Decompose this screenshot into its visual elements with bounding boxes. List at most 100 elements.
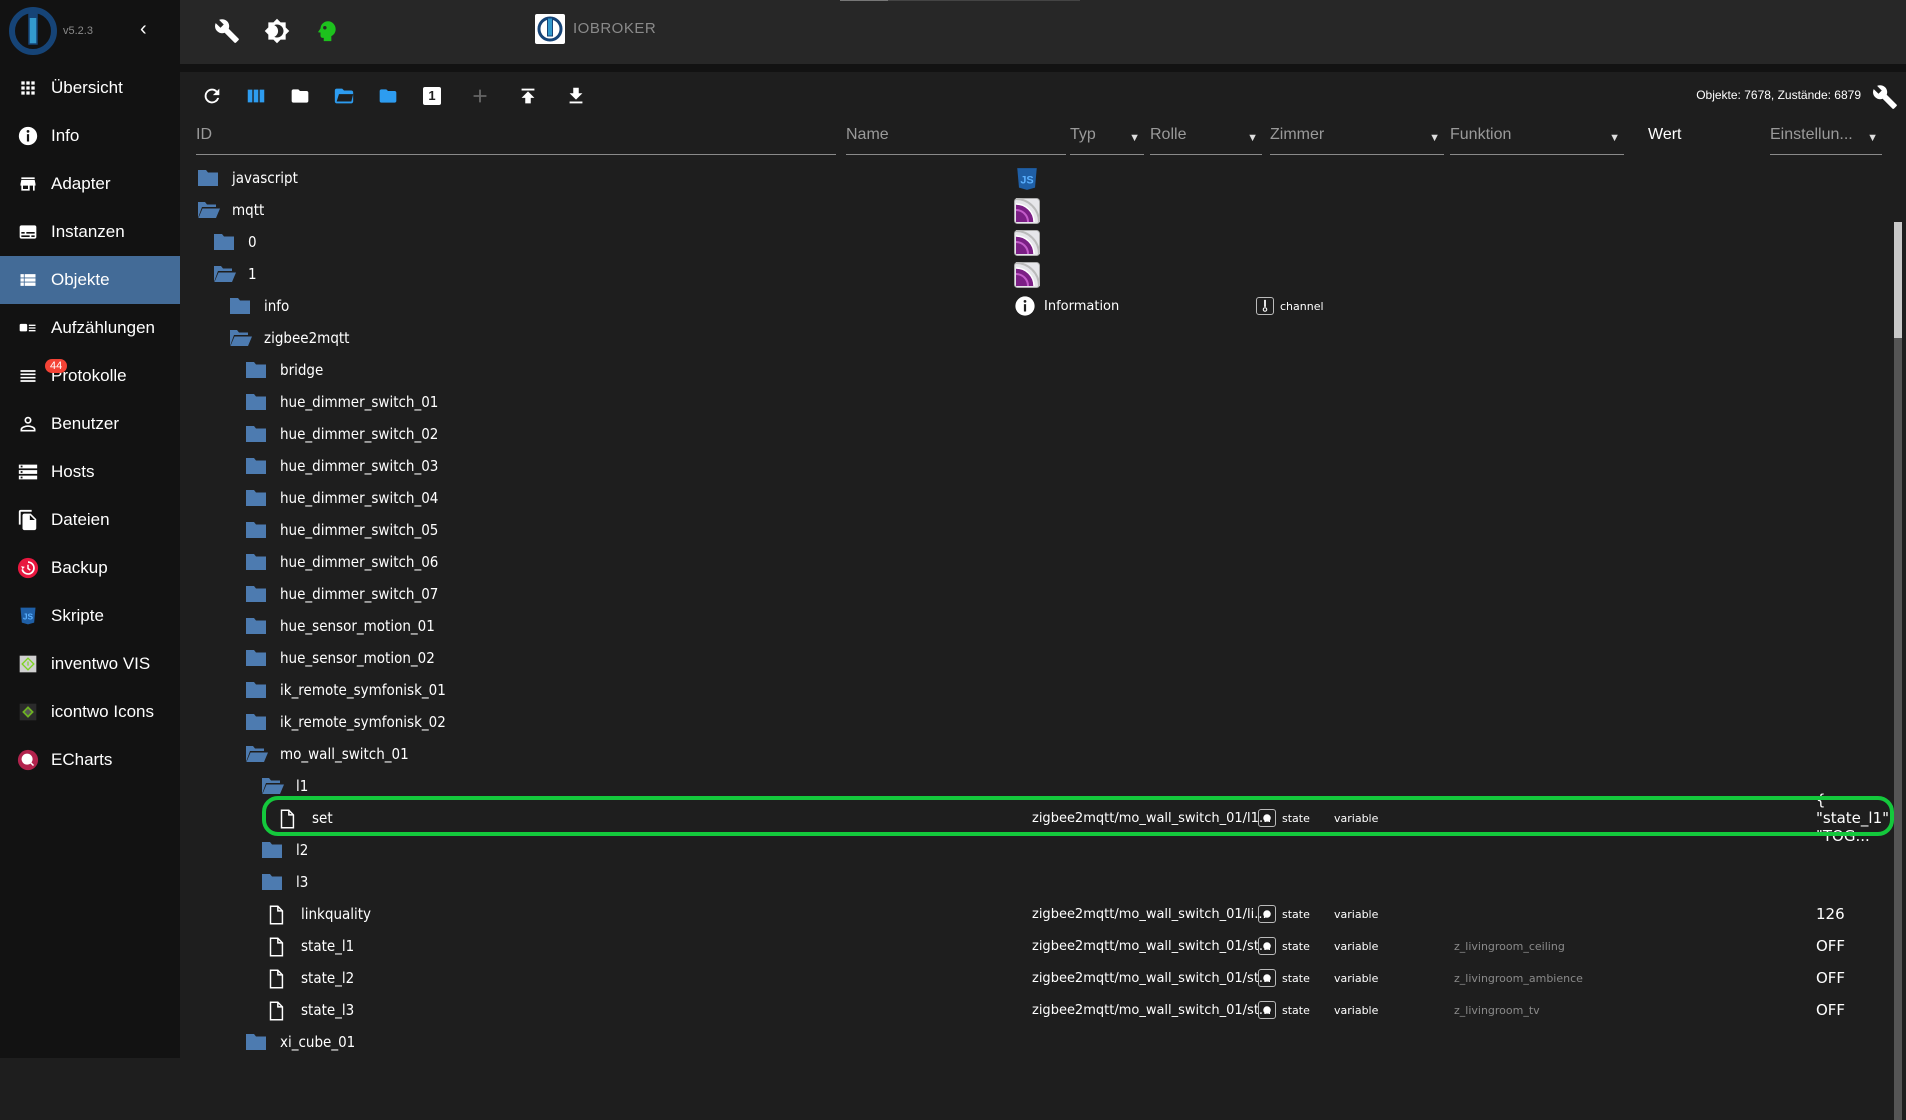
table-row[interactable]: l1---	[196, 770, 1888, 802]
tree-node-hue-dimmer-switch-02[interactable]: hue_dimmer_switch_02	[244, 418, 438, 450]
table-row[interactable]: ik_remote_symfonisk_01---	[196, 674, 1888, 706]
vertical-scrollbar[interactable]	[1894, 222, 1902, 1120]
tree-node-l1[interactable]: l1	[260, 770, 308, 802]
filter-id[interactable]: ID	[196, 126, 836, 155]
sidebar-item-instanzen[interactable]: Instanzen	[0, 208, 180, 256]
table-row[interactable]: hue_dimmer_switch_03---	[196, 450, 1888, 482]
columns-button[interactable]	[244, 84, 268, 108]
sidebar-item-echarts[interactable]: ECharts	[0, 736, 180, 784]
collapse-sidebar-button[interactable]: ‹	[140, 18, 147, 41]
add-object-button[interactable]	[468, 84, 492, 108]
object-value[interactable]: OFF	[1816, 930, 1845, 962]
sidebar-item-protokolle[interactable]: 44 Protokolle	[0, 352, 180, 400]
sidebar-item-übersicht[interactable]: Übersicht	[0, 64, 180, 112]
tree-node-state-l3[interactable]: state_l3	[265, 994, 354, 1026]
sidebar-item-objekte[interactable]: Objekte	[0, 256, 180, 304]
table-row[interactable]: l3---	[196, 866, 1888, 898]
tree-node-zigbee2mqtt[interactable]: zigbee2mqtt	[228, 322, 349, 354]
tree-node-hue-dimmer-switch-05[interactable]: hue_dimmer_switch_05	[244, 514, 438, 546]
table-row[interactable]: hue_dimmer_switch_04---	[196, 482, 1888, 514]
tree-node-mqtt[interactable]: mqtt	[196, 194, 264, 226]
table-row[interactable]: state_l2 zigbee2mqtt/mo_wall_switch_01/st…	[196, 962, 1888, 994]
sidebar-item-dateien[interactable]: Dateien	[0, 496, 180, 544]
sidebar-item-icontwo-icons[interactable]: icontwo Icons	[0, 688, 180, 736]
tree-node-hue-dimmer-switch-04[interactable]: hue_dimmer_switch_04	[244, 482, 438, 514]
tree-node-l2[interactable]: l2	[260, 834, 308, 866]
sidebar-item-adapter[interactable]: Adapter	[0, 160, 180, 208]
tree-node-set[interactable]: set	[276, 802, 333, 834]
collapse-all-button[interactable]	[288, 84, 312, 108]
filter-room[interactable]: Zimmer ▼	[1270, 126, 1444, 155]
tree-node-state-l2[interactable]: state_l2	[265, 962, 354, 994]
tree-node-info[interactable]: info	[228, 290, 289, 322]
table-row[interactable]: javascriptJS---	[196, 162, 1888, 194]
table-row[interactable]: mqtt---	[196, 194, 1888, 226]
tree-node-hue-dimmer-switch-07[interactable]: hue_dimmer_switch_07	[244, 578, 438, 610]
tree-node-xi-cube-01[interactable]: xi_cube_01	[244, 1026, 355, 1058]
theme-toggle-icon[interactable]	[264, 18, 290, 44]
table-row[interactable]: hue_dimmer_switch_05---	[196, 514, 1888, 546]
table-row[interactable]: state_l1 zigbee2mqtt/mo_wall_switch_01/st…	[196, 930, 1888, 962]
object-type-text: state	[1282, 1003, 1310, 1017]
tree-node-javascript[interactable]: javascript	[196, 162, 298, 194]
table-row[interactable]: xi_cube_01---	[196, 1026, 1888, 1058]
collapse-one-level-button[interactable]	[376, 84, 400, 108]
tree-node-hue-dimmer-switch-06[interactable]: hue_dimmer_switch_06	[244, 546, 438, 578]
table-row[interactable]: state_l3 zigbee2mqtt/mo_wall_switch_01/st…	[196, 994, 1888, 1026]
download-button[interactable]	[564, 84, 588, 108]
tree-node-1[interactable]: 1	[212, 258, 257, 290]
tree-node-hue-sensor-motion-01[interactable]: hue_sensor_motion_01	[244, 610, 435, 642]
expand-level-button[interactable]: 1	[420, 84, 444, 108]
table-row[interactable]: hue_dimmer_switch_06---	[196, 546, 1888, 578]
sidebar-item-hosts[interactable]: Hosts	[0, 448, 180, 496]
tree-node-ik-remote-symfonisk-02[interactable]: ik_remote_symfonisk_02	[244, 706, 446, 738]
table-row[interactable]: zigbee2mqtt---	[196, 322, 1888, 354]
wrench-icon[interactable]	[1872, 84, 1898, 110]
tree-node-l3[interactable]: l3	[260, 866, 308, 898]
object-value[interactable]: OFF	[1816, 994, 1845, 1026]
table-row[interactable]: hue_dimmer_switch_01---	[196, 386, 1888, 418]
object-value[interactable]: OFF	[1816, 962, 1845, 994]
sidebar-item-skripte[interactable]: JS Skripte	[0, 592, 180, 640]
tree-node-hue-dimmer-switch-03[interactable]: hue_dimmer_switch_03	[244, 450, 438, 482]
sidebar-item-backup[interactable]: Backup	[0, 544, 180, 592]
object-value[interactable]: 126	[1816, 898, 1845, 930]
table-row[interactable]: linkquality zigbee2mqtt/mo_wall_switch_01…	[196, 898, 1888, 930]
sidebar-item-inventwo-vis[interactable]: inventwo VIS	[0, 640, 180, 688]
table-row[interactable]: mo_wall_switch_01---	[196, 738, 1888, 770]
filter-name[interactable]: Name	[846, 126, 1066, 155]
table-row[interactable]: ik_remote_symfonisk_02---	[196, 706, 1888, 738]
tree-node-mo-wall-switch-01[interactable]: mo_wall_switch_01	[244, 738, 409, 770]
tree-node-hue-sensor-motion-02[interactable]: hue_sensor_motion_02	[244, 642, 435, 674]
tree-node-0[interactable]: 0	[212, 226, 257, 258]
object-id: set	[312, 809, 333, 827]
filter-type[interactable]: Typ ▼	[1070, 126, 1144, 155]
tree-node-linkquality[interactable]: linkquality	[265, 898, 371, 930]
table-row[interactable]: hue_dimmer_switch_07---	[196, 578, 1888, 610]
table-row[interactable]: hue_sensor_motion_02---	[196, 642, 1888, 674]
tree-node-bridge[interactable]: bridge	[244, 354, 323, 386]
tree-node-ik-remote-symfonisk-01[interactable]: ik_remote_symfonisk_01	[244, 674, 446, 706]
expand-all-button[interactable]	[332, 84, 356, 108]
object-value[interactable]: { "state_l1": "TOG...	[1816, 791, 1894, 845]
settings-column-select[interactable]: Einstellun... ▼	[1770, 126, 1882, 155]
filter-function[interactable]: Funktion ▼	[1450, 126, 1624, 155]
table-row[interactable]: l2---	[196, 834, 1888, 866]
table-row[interactable]: 0---	[196, 226, 1888, 258]
wrench-icon[interactable]	[214, 18, 240, 44]
tree-node-state-l1[interactable]: state_l1	[265, 930, 354, 962]
tree-node-hue-dimmer-switch-01[interactable]: hue_dimmer_switch_01	[244, 386, 438, 418]
upload-button[interactable]	[516, 84, 540, 108]
table-row[interactable]: infoInformationchannel664	[196, 290, 1888, 322]
refresh-button[interactable]	[200, 84, 224, 108]
expert-mode-icon[interactable]	[314, 18, 340, 44]
table-row[interactable]: hue_dimmer_switch_02---	[196, 418, 1888, 450]
filter-role[interactable]: Rolle ▼	[1150, 126, 1262, 155]
sidebar-item-info[interactable]: Info	[0, 112, 180, 160]
table-row[interactable]: bridge---	[196, 354, 1888, 386]
sidebar-item-aufzählungen[interactable]: Aufzählungen	[0, 304, 180, 352]
sidebar-item-benutzer[interactable]: Benutzer	[0, 400, 180, 448]
table-row[interactable]: set zigbee2mqtt/mo_wall_switch_01/l1... st…	[196, 791, 1894, 845]
table-row[interactable]: 1---	[196, 258, 1888, 290]
table-row[interactable]: hue_sensor_motion_01---	[196, 610, 1888, 642]
